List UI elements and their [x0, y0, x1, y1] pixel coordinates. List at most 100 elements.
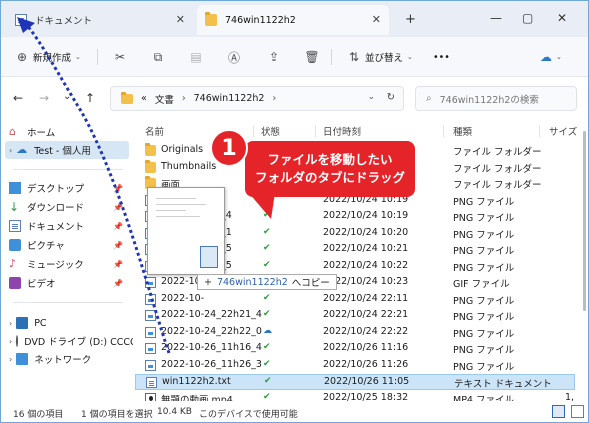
sidebar-item-downloads[interactable]: ↓ ダウンロード 📌 — [9, 198, 129, 216]
refresh-icon[interactable]: ↻ — [387, 92, 395, 103]
new-tab-button[interactable]: + — [405, 12, 416, 27]
chevron-down-icon: ⌄ — [75, 53, 81, 61]
more-button[interactable]: ••• — [433, 47, 450, 67]
file-date: 2022/10/24 10:19 — [323, 210, 409, 221]
paste-button[interactable]: ▤ — [189, 47, 203, 67]
breadcrumb-item[interactable]: 746win1122h2 — [194, 93, 265, 104]
selection-count: 1 個の項目を選択 — [81, 410, 153, 420]
sidebar-item-desktop[interactable]: デスクトップ 📌 — [9, 179, 129, 197]
breadcrumb-overflow[interactable]: « — [141, 93, 147, 104]
close-window-button[interactable]: ✕ — [557, 11, 567, 25]
column-label: サイズ — [549, 127, 578, 138]
file-row[interactable]: 2022-10-26_11h16_4 ✔ 2022/10/26 11:16 PNG フ… — [135, 341, 575, 357]
file-date: 2022/10/24 22:21 — [323, 309, 409, 320]
trash-icon: 🗑 — [304, 50, 320, 64]
file-row[interactable]: 2022-10-24_22h21_4 ✔ 2022/10/24 22:21 PNG フ… — [135, 308, 575, 324]
file-row[interactable]: 2022-10-24_22h22_0 ☁ 2022/10/24 22:22 PNG フ… — [135, 325, 575, 341]
navigation-pane: ⌂ ホーム › ☁ Test - 個人用 デスクトップ 📌 ↓ ダウンロード 📌… — [1, 119, 133, 399]
sidebar-item-label: DVD ドライブ (D:) CCCC — [24, 337, 133, 348]
column-header-name[interactable]: 名前 — [145, 123, 164, 139]
search-input[interactable]: ⌕ 746win1122h2の検索 — [415, 86, 577, 111]
chevron-down-icon: ⌄ — [556, 53, 562, 61]
forward-arrow-icon[interactable]: → — [39, 91, 49, 105]
column-header-status[interactable]: 状態 — [261, 123, 280, 139]
sidebar-item-label: PC — [34, 317, 47, 329]
chevron-down-icon[interactable]: ⌄ — [367, 92, 375, 102]
sort-label: 並び替え — [365, 53, 404, 64]
address-bar[interactable]: « 文書 › 746win1122h2 › ⌄ ↻ — [110, 86, 404, 111]
onedrive-button[interactable]: ☁ ⌄ — [539, 47, 562, 67]
pin-icon: 📌 — [113, 240, 123, 250]
sort-button[interactable]: ⇅ 並び替え ⌄ — [347, 47, 413, 67]
recent-chevron-icon[interactable]: ⌄ — [63, 91, 71, 102]
breadcrumb-item[interactable]: 文書 — [155, 92, 174, 106]
tiles-view-button[interactable] — [571, 405, 584, 418]
minimize-button[interactable]: — — [490, 11, 502, 25]
image-file-icon — [145, 277, 156, 288]
close-tab-icon[interactable]: ✕ — [372, 13, 381, 26]
sidebar-item-music[interactable]: ♪ ミュージック 📌 — [9, 255, 129, 273]
file-row[interactable]: win1122h2.txt ✔ 2022/10/26 11:05 テキスト ドキュメン… — [135, 374, 575, 390]
pin-icon: 📌 — [113, 183, 123, 193]
synced-check-icon: ✔ — [263, 358, 271, 369]
desktop-icon — [9, 182, 21, 194]
column-label: 種類 — [453, 127, 473, 138]
share-button[interactable]: ⇪ — [267, 47, 281, 67]
file-name: Thumbnails — [161, 160, 217, 172]
file-date: 2022/10/24 10:21 — [323, 243, 409, 254]
column-header-size[interactable]: サイズ — [549, 123, 577, 139]
sidebar-item-documents[interactable]: ドキュメント 📌 — [9, 217, 129, 235]
drag-tooltip: + 746win1122h2 へコピー — [197, 274, 337, 290]
delete-button[interactable]: 🗑 — [304, 47, 320, 67]
close-tab-icon[interactable]: ✕ — [176, 13, 185, 26]
drag-preview-thumbnail — [147, 187, 225, 275]
divider — [97, 49, 98, 65]
rename-icon: Ⓐ — [227, 50, 240, 65]
file-row[interactable]: 2022-10- ✔ 2022/10/24 22:11 PNG ファイル — [135, 292, 575, 308]
file-date: 2022/10/26 11:16 — [323, 342, 409, 353]
tab-746win1122h2[interactable]: 746win1122h2 ✕ — [197, 5, 389, 35]
sidebar-item-pc[interactable]: › PC — [9, 314, 129, 332]
sidebar-item-videos[interactable]: ビデオ 📌 — [9, 274, 129, 292]
back-arrow-icon[interactable]: ← — [13, 91, 23, 105]
folder-icon — [145, 143, 156, 156]
new-label: 新規作成 — [33, 53, 72, 64]
scrollbar[interactable] — [583, 131, 586, 311]
pin-icon: 📌 — [113, 221, 123, 231]
sidebar-item-network[interactable]: › ネットワーク — [9, 350, 129, 368]
copy-button[interactable]: ⧉ — [151, 47, 165, 67]
sidebar-item-dvd[interactable]: › DVD ドライブ (D:) CCCC — [9, 332, 133, 350]
synced-check-icon: ✔ — [263, 292, 271, 303]
folder-icon — [121, 91, 133, 104]
sidebar-item-home[interactable]: ⌂ ホーム — [9, 123, 129, 141]
preview-line — [156, 204, 206, 205]
sidebar-item-pictures[interactable]: ピクチャ 📌 — [9, 236, 129, 254]
sidebar-item-onedrive[interactable]: › ☁ Test - 個人用 — [5, 141, 129, 159]
document-icon — [15, 14, 27, 26]
command-bar: ⊕ 新規作成 ⌄ ✂ ⧉ ▤ Ⓐ ⇪ 🗑 ⇅ 並び替え ⌄ ••• ☁ ⌄ — [1, 37, 588, 77]
up-arrow-icon[interactable]: ↑ — [85, 91, 95, 105]
home-icon: ⌂ — [9, 125, 16, 138]
tab-documents[interactable]: ドキュメント ✕ — [7, 5, 193, 35]
details-view-button[interactable] — [552, 405, 565, 418]
file-type: PNG ファイル — [453, 229, 515, 241]
new-button[interactable]: ⊕ 新規作成 ⌄ — [15, 47, 81, 67]
divider — [539, 125, 540, 137]
maximize-button[interactable]: ▢ — [522, 11, 533, 25]
folder-icon — [205, 12, 217, 26]
file-date: 2022/10/24 22:22 — [323, 325, 409, 337]
column-header-date[interactable]: 日付時刻 — [323, 123, 361, 139]
cut-button[interactable]: ✂ — [113, 47, 127, 67]
file-row[interactable]: 2022-10-26_11h26_3 ✔ 2022/10/26 11:26 PNG フ… — [135, 358, 575, 374]
column-header-type[interactable]: 種類 — [453, 123, 472, 139]
cloud-icon: ☁ — [16, 143, 28, 156]
sidebar-item-label: ドキュメント — [27, 222, 85, 233]
availability-status: このデバイスで使用可能 — [199, 410, 298, 420]
synced-check-icon: ✔ — [263, 259, 271, 270]
divider — [443, 125, 444, 137]
sidebar-item-label: ネットワーク — [34, 355, 92, 366]
rename-button[interactable]: Ⓐ — [227, 47, 241, 67]
synced-check-icon: ✔ — [263, 342, 271, 352]
chevron-right-icon: › — [181, 93, 186, 104]
file-name: 2022-10- — [161, 292, 205, 304]
